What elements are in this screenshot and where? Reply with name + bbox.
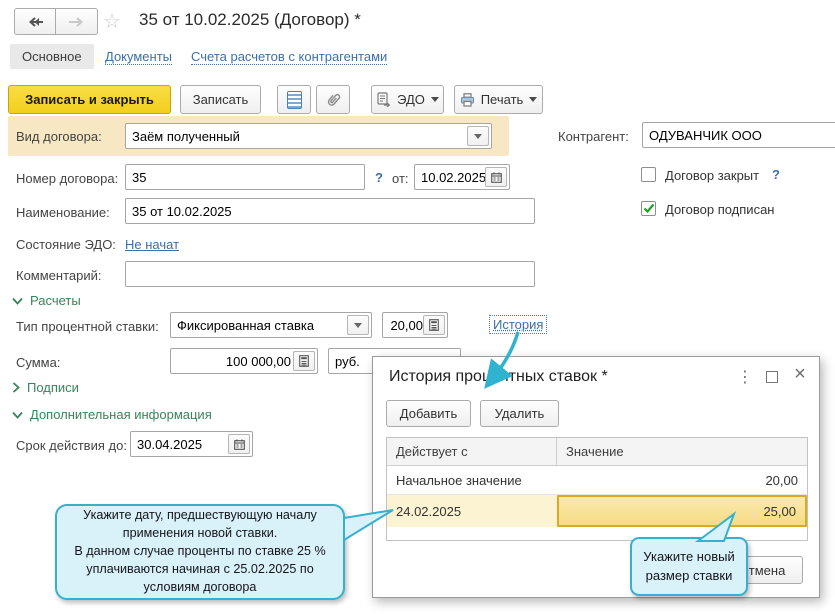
calculator-button[interactable] xyxy=(293,351,315,371)
name-input[interactable] xyxy=(125,198,535,224)
annotation-arrow-icon xyxy=(484,331,520,389)
calendar-button[interactable] xyxy=(485,167,507,187)
report-button[interactable] xyxy=(277,85,311,114)
sum-field[interactable] xyxy=(170,348,318,374)
more-menu-icon[interactable]: ⋮ xyxy=(737,367,753,387)
table-row[interactable]: Начальное значение 20,00 xyxy=(387,466,807,495)
row-date-cell[interactable]: Начальное значение xyxy=(387,466,557,494)
nav-buttons xyxy=(14,8,98,35)
favorite-star-icon[interactable]: ☆ xyxy=(103,9,121,34)
rate-value-field[interactable] xyxy=(382,312,448,338)
valid-until-label: Срок действия до: xyxy=(16,438,127,453)
callout-pointer-icon xyxy=(695,511,737,542)
edo-icon xyxy=(377,92,391,107)
sum-label: Сумма: xyxy=(16,355,61,370)
section-signatures[interactable]: Подписи xyxy=(12,380,79,395)
date-hint-callout: Укажите дату, предшествующую началу прим… xyxy=(55,504,345,600)
valid-until-field[interactable] xyxy=(130,431,253,457)
contract-number-label: Номер договора: xyxy=(16,171,119,186)
rate-history-dialog: История процентных ставок * ⋮ × Добавить… xyxy=(372,356,820,598)
kind-label: Вид договора: xyxy=(16,129,102,144)
section-calculations-label: Расчеты xyxy=(30,293,81,308)
counterparty-label: Контрагент: xyxy=(558,129,629,144)
back-button[interactable] xyxy=(14,8,56,35)
rate-hint-callout: Укажите новый размер ставки xyxy=(630,537,748,596)
delete-button[interactable]: Удалить xyxy=(480,400,559,427)
kind-combo[interactable] xyxy=(125,123,492,149)
section-calculations[interactable]: Расчеты xyxy=(12,293,81,308)
chevron-down-icon xyxy=(474,133,482,139)
date-hint-text: Укажите дату, предшествующую началу прим… xyxy=(74,508,326,594)
tab-accounts[interactable]: Счета расчетов с контрагентами xyxy=(191,49,388,65)
app-window: { "header": { "title": "35 от 10.02.2025… xyxy=(0,0,835,614)
comment-input[interactable] xyxy=(125,261,535,287)
edo-state-link[interactable]: Не начат xyxy=(125,237,179,252)
save-button[interactable]: Записать xyxy=(180,85,261,114)
comment-label: Комментарий: xyxy=(16,268,102,283)
chevron-down-icon xyxy=(12,297,23,305)
from-label: от: xyxy=(392,171,409,186)
calculator-icon xyxy=(429,319,439,331)
print-button[interactable]: Печать xyxy=(454,85,543,114)
calendar-button[interactable] xyxy=(228,434,250,454)
contract-signed-checkbox[interactable] xyxy=(641,201,656,216)
tab-documents[interactable]: Документы xyxy=(105,49,173,65)
table-header-row: Действует с Значение xyxy=(387,438,807,466)
rate-hint-text: Укажите новый размер ставки xyxy=(643,549,735,583)
row-value-cell[interactable]: 20,00 xyxy=(557,466,807,494)
contract-signed-label: Договор подписан xyxy=(665,202,775,217)
chevron-right-icon xyxy=(12,382,20,393)
edo-button-label: ЭДО xyxy=(397,92,425,107)
section-extra-info-label: Дополнительная информация xyxy=(30,407,212,422)
contract-number-input[interactable] xyxy=(125,164,365,190)
tab-main[interactable]: Основное xyxy=(10,44,94,69)
number-help-icon[interactable]: ? xyxy=(375,170,383,185)
kind-input[interactable] xyxy=(126,124,491,148)
dropdown-caret-icon xyxy=(430,97,439,102)
contract-closed-label: Договор закрыт xyxy=(665,168,760,183)
calculator-button[interactable] xyxy=(423,315,445,335)
print-button-label: Печать xyxy=(480,92,524,107)
attach-button[interactable] xyxy=(316,85,350,114)
rate-type-dropdown-button[interactable] xyxy=(347,315,369,335)
chevron-down-icon xyxy=(354,322,362,328)
column-header-date: Действует с xyxy=(387,438,557,465)
calculator-icon xyxy=(299,355,309,367)
contract-date-field[interactable] xyxy=(414,164,510,190)
printer-icon xyxy=(460,92,474,107)
kind-dropdown-button[interactable] xyxy=(467,126,489,146)
forward-arrow-icon xyxy=(68,16,83,27)
report-icon xyxy=(286,90,302,109)
contract-closed-checkbox[interactable] xyxy=(641,167,656,182)
row-value-cell-selected[interactable]: 25,00 xyxy=(557,495,807,527)
rate-type-label: Тип процентной ставки: xyxy=(16,319,159,334)
counterparty-field[interactable] xyxy=(642,122,835,148)
save-and-close-button[interactable]: Записать и закрыть xyxy=(8,85,171,114)
checkmark-icon xyxy=(643,203,654,214)
rate-type-combo[interactable] xyxy=(170,312,372,338)
name-label: Наименование: xyxy=(16,205,110,220)
add-button[interactable]: Добавить xyxy=(386,400,471,427)
forward-button[interactable] xyxy=(56,8,98,35)
section-signatures-label: Подписи xyxy=(27,380,79,395)
rate-type-input[interactable] xyxy=(171,313,371,337)
row-date-cell[interactable]: 24.02.2025 xyxy=(387,495,557,527)
paperclip-icon xyxy=(327,93,340,106)
maximize-icon[interactable] xyxy=(766,371,778,383)
callout-pointer-icon xyxy=(343,509,394,542)
close-icon[interactable]: × xyxy=(792,363,808,386)
calendar-icon xyxy=(490,172,502,183)
closed-help-icon[interactable]: ? xyxy=(772,167,780,182)
section-extra-info[interactable]: Дополнительная информация xyxy=(12,407,212,422)
back-arrow-icon xyxy=(28,16,43,27)
column-header-value: Значение xyxy=(566,444,624,459)
calendar-icon xyxy=(233,439,245,450)
counterparty-input[interactable] xyxy=(643,123,835,147)
page-title: 35 от 10.02.2025 (Договор) * xyxy=(139,10,361,29)
edo-state-label: Состояние ЭДО: xyxy=(16,237,116,252)
dropdown-caret-icon xyxy=(529,97,538,102)
edo-button[interactable]: ЭДО xyxy=(371,85,444,114)
chevron-down-icon xyxy=(12,411,23,419)
